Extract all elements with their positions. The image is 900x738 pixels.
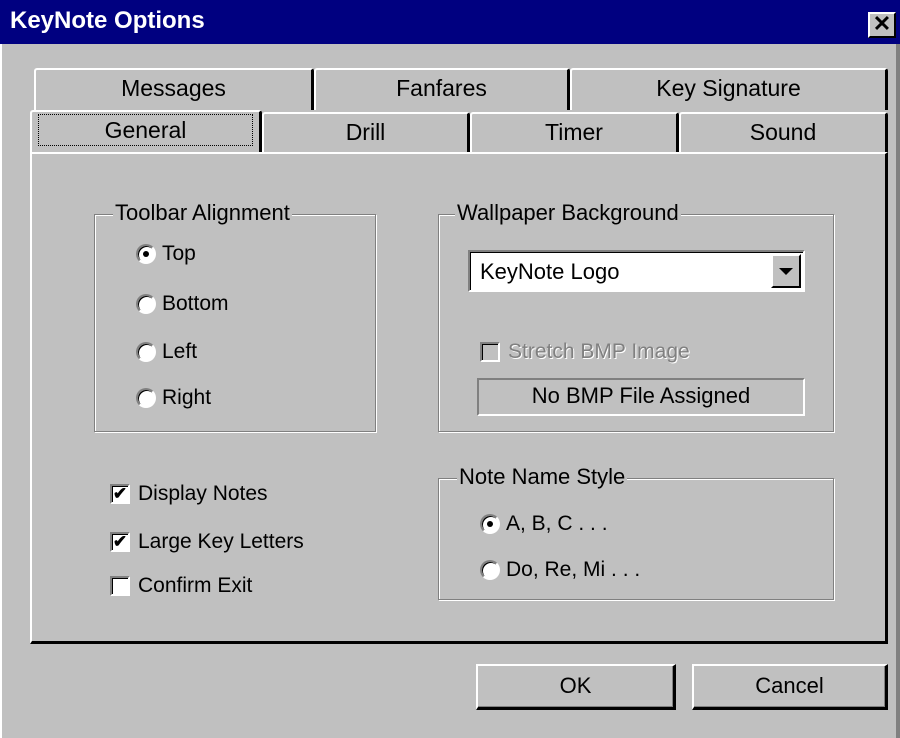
radio-label: Top xyxy=(162,242,196,265)
bmp-file-status: No BMP File Assigned xyxy=(477,378,805,416)
tab-drill[interactable]: Drill xyxy=(262,112,470,152)
radio-dot xyxy=(136,388,156,408)
checkmark-icon: ✔ xyxy=(110,532,130,552)
radio-label: Bottom xyxy=(162,292,229,315)
chevron-down-icon[interactable] xyxy=(771,254,801,288)
title-bar: KeyNote Options ✕ xyxy=(0,0,900,44)
group-legend: Wallpaper Background xyxy=(455,200,681,226)
radio-label: Left xyxy=(162,340,198,363)
tab-key-signature[interactable]: Key Signature xyxy=(570,68,888,110)
select-value: KeyNote Logo xyxy=(480,259,620,284)
radio-toolbar-bottom[interactable]: Bottom xyxy=(136,290,276,320)
wallpaper-select[interactable]: KeyNote Logo xyxy=(468,250,805,292)
radio-dot xyxy=(480,560,500,580)
radio-dot xyxy=(480,514,500,534)
tab-label: Drill xyxy=(345,119,386,145)
tab-label: Fanfares xyxy=(396,75,487,101)
checkbox-label: Confirm Exit xyxy=(138,574,253,597)
radio-dot xyxy=(136,244,156,264)
checkbox-label: Display Notes xyxy=(138,482,268,505)
ok-button[interactable]: OK xyxy=(476,664,676,710)
checkbox-box xyxy=(480,342,500,362)
close-icon: ✕ xyxy=(872,11,892,36)
large-key-letters-checkbox[interactable]: ✔ Large Key Letters xyxy=(110,528,360,558)
checkbox-box xyxy=(110,576,130,596)
radio-label: Right xyxy=(162,386,212,409)
radio-note-letters[interactable]: A, B, C . . . xyxy=(480,510,680,540)
stretch-bmp-checkbox[interactable]: Stretch BMP Image xyxy=(480,338,760,368)
radio-label: A, B, C . . . xyxy=(506,512,608,535)
radio-label: Do, Re, Mi . . . xyxy=(506,558,641,581)
group-legend: Toolbar Alignment xyxy=(113,200,292,226)
window-frame-left xyxy=(0,44,2,738)
group-legend: Note Name Style xyxy=(457,464,628,490)
checkbox-label: Large Key Letters xyxy=(138,530,304,553)
radio-toolbar-right[interactable]: Right xyxy=(136,384,256,414)
radio-toolbar-left[interactable]: Left xyxy=(136,338,256,368)
radio-dot xyxy=(136,294,156,314)
tab-messages[interactable]: Messages xyxy=(34,68,314,110)
tab-label: Timer xyxy=(545,119,603,145)
close-button[interactable]: ✕ xyxy=(868,11,896,38)
tab-general[interactable]: General xyxy=(30,110,262,152)
tab-sound[interactable]: Sound xyxy=(679,112,888,152)
tab-timer[interactable]: Timer xyxy=(470,112,679,152)
tab-label: Messages xyxy=(121,75,226,101)
radio-toolbar-top[interactable]: Top xyxy=(136,240,256,270)
window-frame-right xyxy=(896,44,900,738)
cancel-button[interactable]: Cancel xyxy=(692,664,888,710)
display-notes-checkbox[interactable]: ✔ Display Notes xyxy=(110,480,330,510)
radio-dot xyxy=(136,342,156,362)
tab-label: Key Signature xyxy=(656,75,801,101)
tab-fanfares[interactable]: Fanfares xyxy=(314,68,570,110)
focus-rect xyxy=(38,114,253,146)
tab-label: Sound xyxy=(749,119,817,145)
checkbox-label: Stretch BMP Image xyxy=(508,340,690,363)
window-title: KeyNote Options xyxy=(10,7,205,34)
radio-note-solfege[interactable]: Do, Re, Mi . . . xyxy=(480,556,700,586)
checkmark-icon: ✔ xyxy=(110,484,130,504)
confirm-exit-checkbox[interactable]: Confirm Exit xyxy=(110,572,310,602)
